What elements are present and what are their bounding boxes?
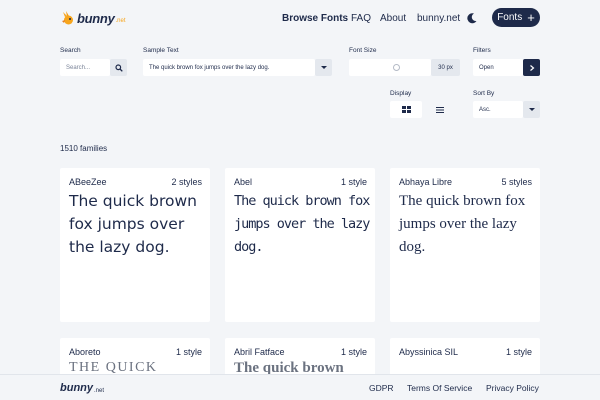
sort-by-select[interactable]: Asc. bbox=[473, 101, 523, 118]
font-size-slider-handle[interactable] bbox=[393, 64, 400, 71]
font-card-abeezee[interactable]: ABeeZee 2 styles The quick brown fox jum… bbox=[60, 168, 210, 322]
font-styles-count: 5 styles bbox=[501, 177, 532, 187]
filters-select[interactable]: Open bbox=[473, 59, 523, 76]
fonts-button[interactable]: Fonts + bbox=[492, 8, 540, 27]
filters-open-button[interactable] bbox=[523, 59, 540, 76]
font-styles-count: 1 style bbox=[340, 177, 367, 187]
footer-link-gdpr[interactable]: GDPR bbox=[369, 383, 394, 393]
header: bunny .net Browse Fonts FAQ About bunny.… bbox=[0, 0, 600, 36]
sort-by-dropdown[interactable] bbox=[523, 101, 540, 118]
display-label: Display bbox=[390, 90, 412, 97]
font-card-abhaya-libre[interactable]: Abhaya Libre 5 styles The quick brown fo… bbox=[390, 168, 540, 322]
display-grid-button[interactable] bbox=[390, 101, 422, 118]
nav-bunny-net[interactable]: bunny.net bbox=[417, 0, 460, 36]
logo-text: bunny bbox=[77, 10, 115, 26]
bunny-logo-icon bbox=[62, 11, 73, 25]
font-styles-count: 1 style bbox=[340, 347, 367, 357]
list-icon bbox=[436, 106, 444, 113]
footer-link-privacy[interactable]: Privacy Policy bbox=[486, 383, 539, 393]
chevron-down-icon bbox=[528, 108, 535, 111]
sort-by-label: Sort By bbox=[473, 90, 495, 97]
grid-icon bbox=[401, 106, 411, 113]
nav-faq[interactable]: FAQ bbox=[351, 0, 371, 36]
plus-icon: + bbox=[527, 9, 535, 25]
font-size-slider-track[interactable] bbox=[349, 59, 431, 76]
filters-label: Filters bbox=[473, 47, 491, 54]
sample-text-dropdown[interactable] bbox=[315, 59, 332, 76]
font-name: Abel bbox=[234, 177, 253, 187]
footer-link-terms[interactable]: Terms Of Service bbox=[407, 383, 472, 393]
sample-text-label: Sample Text bbox=[143, 47, 179, 54]
font-sample: The quick brown fox jumps over the lazy … bbox=[234, 193, 370, 255]
search-button[interactable] bbox=[110, 59, 127, 76]
font-sample: The quick brown fox jumps over the lazy … bbox=[399, 193, 526, 255]
chevron-down-icon bbox=[320, 66, 327, 69]
search-label: Search bbox=[60, 47, 81, 54]
font-name: Abril Fatface bbox=[234, 347, 285, 357]
font-size-label: Font Size bbox=[349, 47, 377, 54]
logo[interactable]: bunny .net bbox=[60, 9, 126, 27]
font-name: Abyssinica SIL bbox=[399, 347, 459, 357]
chevron-right-icon bbox=[529, 64, 534, 71]
search-input[interactable]: Search... bbox=[60, 59, 110, 76]
font-name: Abhaya Libre bbox=[399, 177, 453, 187]
logo-suffix: .net bbox=[115, 17, 126, 24]
font-name: ABeeZee bbox=[69, 177, 107, 187]
sample-text-input[interactable]: The quick brown fox jumps over the lazy … bbox=[143, 59, 315, 76]
footer-logo-suffix: .net bbox=[94, 388, 105, 394]
font-styles-count: 1 style bbox=[505, 347, 532, 357]
display-list-button[interactable] bbox=[424, 101, 456, 118]
footer: bunny .net GDPR Terms Of Service Privacy… bbox=[0, 374, 600, 400]
font-card-abel[interactable]: Abel 1 style The quick brown fox jumps o… bbox=[225, 168, 375, 322]
families-count: 1510 families bbox=[60, 144, 108, 153]
fonts-button-label: Fonts bbox=[497, 12, 523, 23]
moon-icon[interactable] bbox=[466, 12, 478, 24]
nav-browse-fonts[interactable]: Browse Fonts bbox=[282, 0, 348, 36]
search-icon bbox=[114, 63, 123, 72]
footer-logo-text: bunny bbox=[60, 382, 93, 394]
font-styles-count: 1 style bbox=[175, 347, 202, 357]
footer-logo[interactable]: bunny .net bbox=[60, 382, 104, 394]
font-styles-count: 2 styles bbox=[171, 177, 202, 187]
font-size-value: 30 px bbox=[431, 59, 460, 76]
nav-about[interactable]: About bbox=[380, 0, 406, 36]
font-sample: The quick brown fox jumps over the lazy … bbox=[69, 192, 198, 256]
font-name: Aboreto bbox=[69, 347, 101, 357]
